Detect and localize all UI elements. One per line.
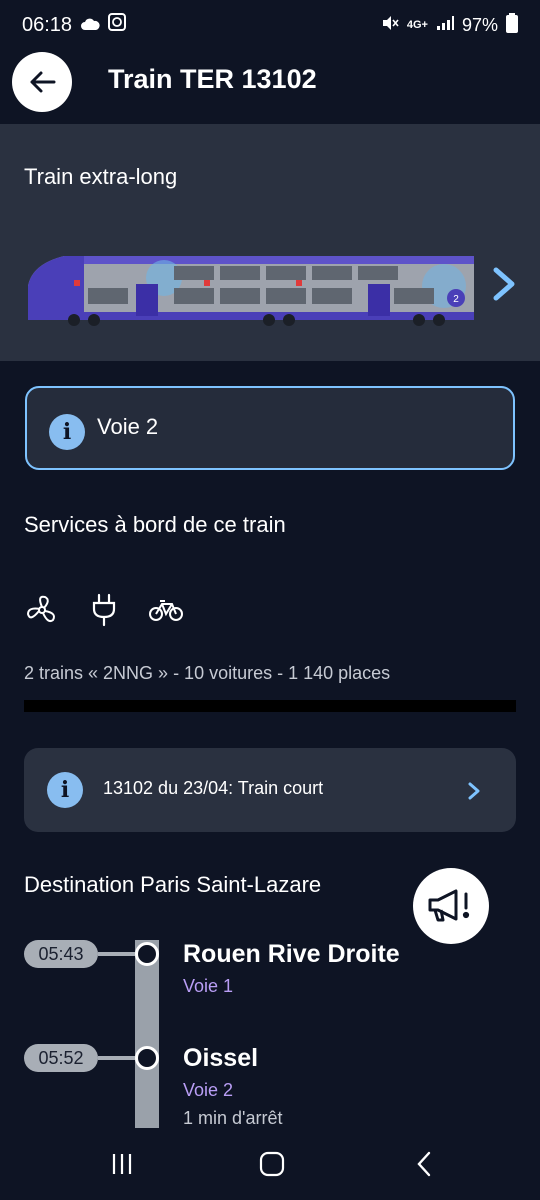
home-button[interactable] bbox=[252, 1148, 292, 1180]
info-icon: i bbox=[49, 414, 85, 450]
platform-info-box: i Voie 2 bbox=[25, 386, 515, 470]
stop-connector bbox=[98, 1056, 136, 1060]
train-length-label: Train extra-long bbox=[24, 164, 178, 189]
mute-icon bbox=[381, 14, 399, 37]
chevron-left-icon bbox=[417, 1151, 431, 1177]
info-icon: i bbox=[47, 772, 83, 808]
back-button[interactable] bbox=[12, 52, 72, 112]
system-nav-bar bbox=[0, 1128, 540, 1200]
arrow-left-icon bbox=[30, 71, 56, 93]
train-composition-panel: Train extra-long 2 bbox=[0, 124, 540, 361]
car-number: 2 bbox=[453, 294, 459, 305]
back-nav-button[interactable] bbox=[404, 1148, 444, 1180]
stop-platform: Voie 1 bbox=[183, 976, 234, 996]
platform-label: Voie 2 bbox=[97, 414, 159, 439]
bicycle-icon bbox=[148, 592, 184, 628]
train-composition-text: 2 trains « 2NNG » - 10 voitures - 1 140 … bbox=[24, 663, 391, 683]
fan-icon bbox=[24, 592, 60, 628]
stop-time: 05:43 bbox=[24, 940, 98, 968]
status-time: 06:18 bbox=[22, 13, 73, 36]
cloud-icon bbox=[80, 14, 100, 37]
timeline-line bbox=[135, 940, 159, 1128]
chevron-right-icon bbox=[468, 782, 480, 800]
app-header: Train TER 13102 bbox=[0, 50, 540, 124]
services-icons bbox=[24, 592, 184, 628]
battery-level: 97% bbox=[461, 14, 498, 35]
feedback-button[interactable] bbox=[413, 868, 489, 944]
stop-dot bbox=[135, 1046, 159, 1070]
disruption-alert-card[interactable]: i 13102 du 23/04: Train court bbox=[24, 748, 516, 832]
stop-platform: Voie 2 bbox=[183, 1080, 234, 1100]
alert-text: 13102 du 23/04: Train court bbox=[103, 778, 324, 798]
stop-name: Rouen Rive Droite bbox=[183, 940, 400, 968]
stop-time: 05:52 bbox=[24, 1044, 98, 1072]
next-car-button[interactable] bbox=[486, 264, 520, 304]
chevron-right-icon bbox=[493, 267, 515, 301]
destination-label: Destination Paris Saint-Lazare bbox=[24, 872, 322, 897]
megaphone-icon bbox=[428, 889, 470, 922]
signal-icon bbox=[436, 15, 454, 36]
alarm-icon bbox=[108, 13, 127, 37]
services-title: Services à bord de ce train bbox=[24, 512, 286, 537]
network-type: 4G+ bbox=[406, 19, 428, 31]
recent-apps-icon bbox=[112, 1154, 132, 1174]
battery-icon bbox=[506, 12, 518, 38]
stop-duration: 1 min d'arrêt bbox=[183, 1108, 283, 1128]
home-icon bbox=[259, 1151, 285, 1177]
divider bbox=[24, 700, 516, 712]
plug-icon bbox=[86, 592, 122, 628]
status-bar: 06:18 4G+ 97% bbox=[0, 0, 540, 50]
page-title: Train TER 13102 bbox=[108, 64, 317, 94]
stop-connector bbox=[98, 952, 136, 956]
train-illustration: 2 bbox=[28, 256, 474, 326]
recent-apps-button[interactable] bbox=[102, 1148, 142, 1180]
stop-dot bbox=[135, 942, 159, 966]
stop-name: Oissel bbox=[183, 1044, 259, 1072]
